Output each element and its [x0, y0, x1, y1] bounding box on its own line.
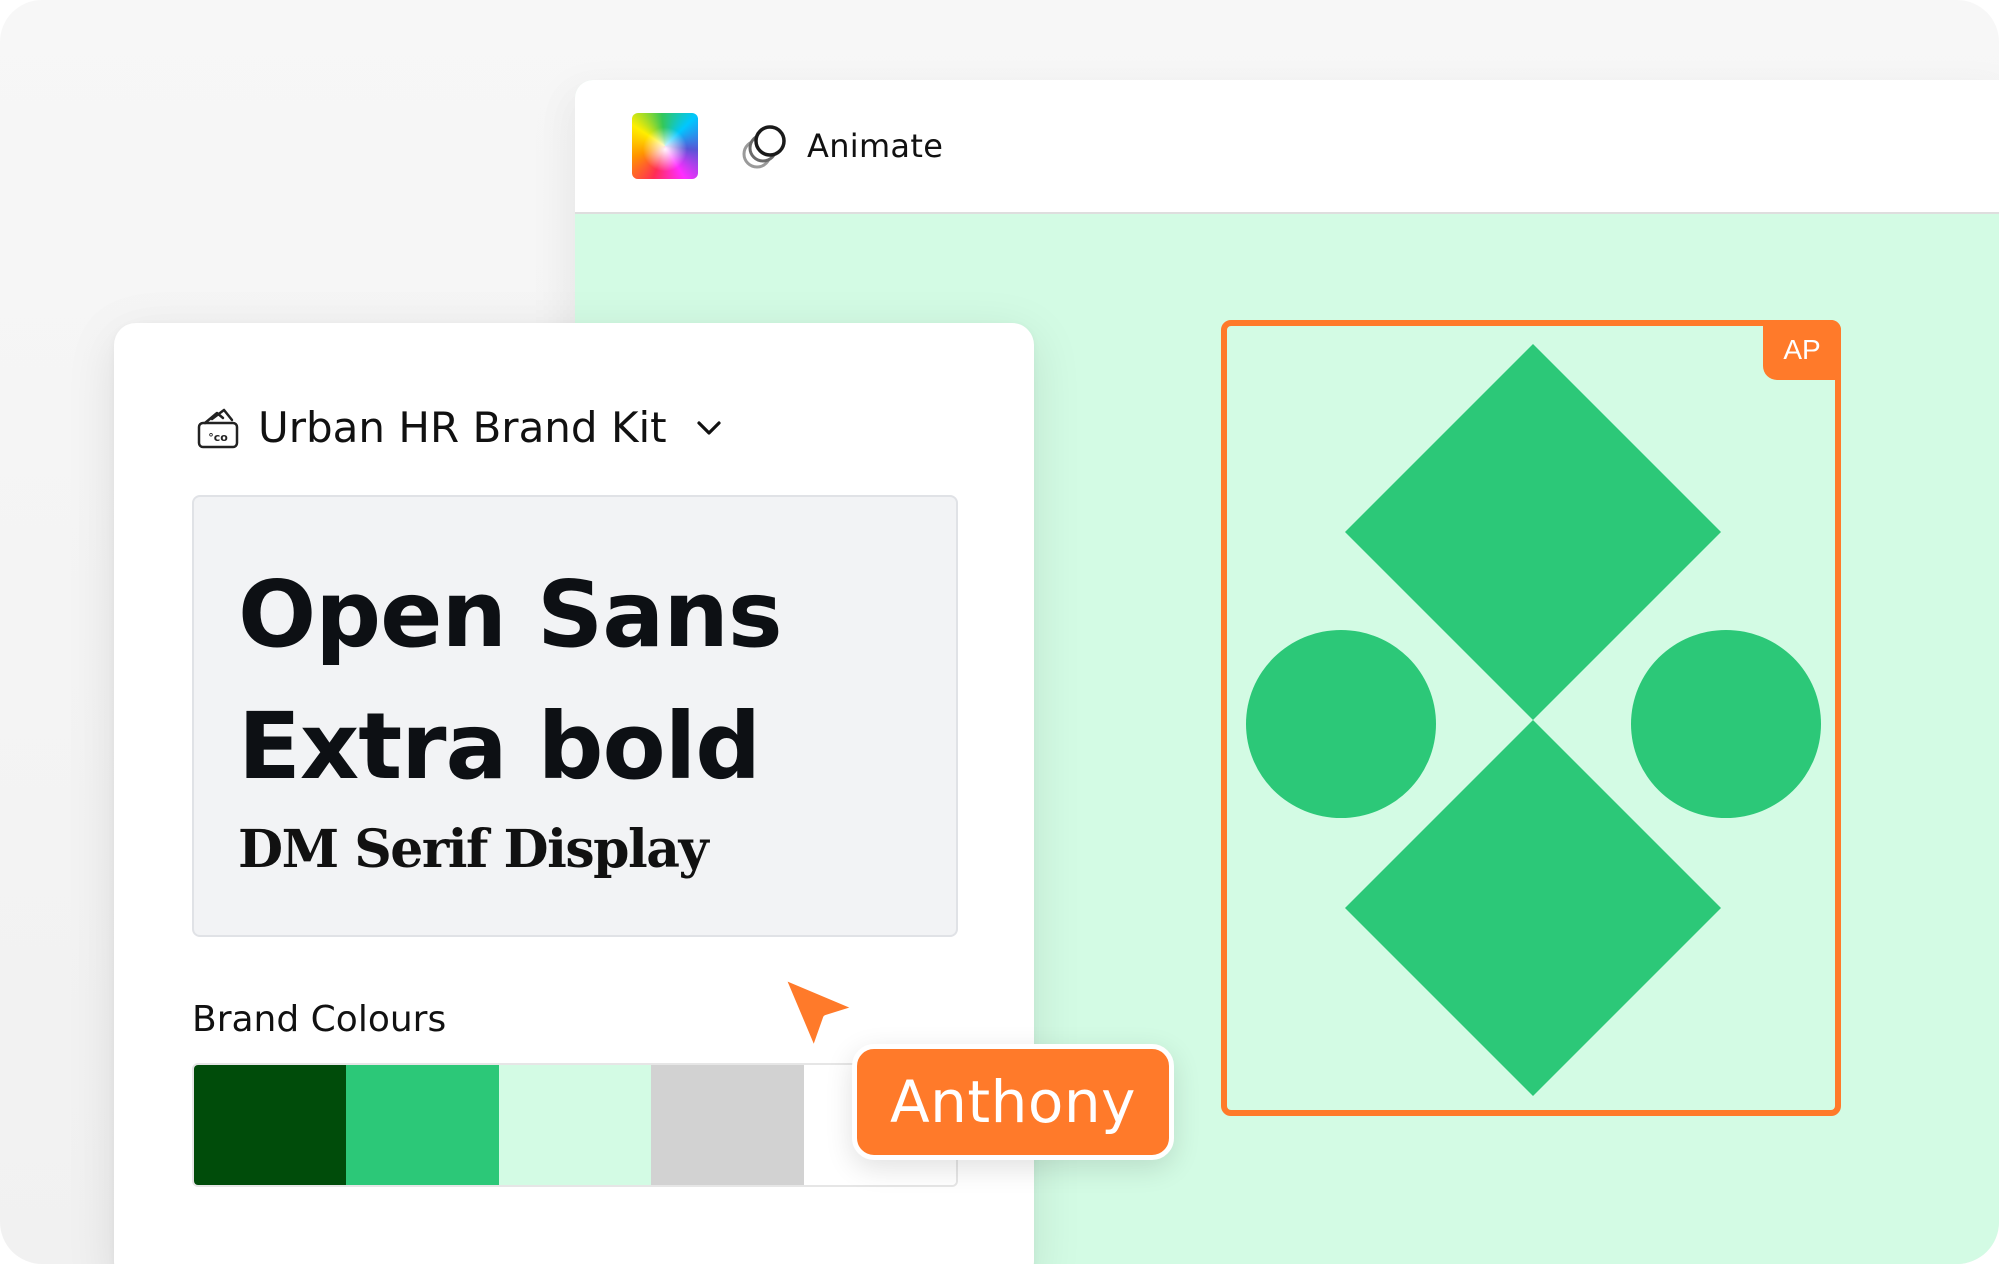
collaborator-name-tag: Anthony	[852, 1044, 1174, 1160]
pointer-cursor-icon	[779, 973, 861, 1055]
brand-kit-selector[interactable]: °co Urban HR Brand Kit	[196, 403, 727, 452]
svg-text:°co: °co	[208, 431, 228, 444]
heading-font-sample: Open Sans Extra bold	[238, 549, 938, 813]
heading-font-line-1: Open Sans	[238, 561, 783, 668]
brand-colour-swatch-3[interactable]	[498, 1065, 652, 1185]
collaborator-badge: AP	[1763, 320, 1841, 380]
selected-design-frame[interactable]: AP	[1221, 320, 1841, 1116]
heading-font-line-2: Extra bold	[238, 693, 761, 800]
design-graphic[interactable]	[1227, 326, 1835, 1110]
brand-colour-swatch-2[interactable]	[346, 1065, 499, 1185]
brand-colours-label: Brand Colours	[192, 999, 447, 1040]
brand-fonts-card[interactable]: Open Sans Extra bold DM Serif Display	[192, 495, 958, 937]
chevron-down-icon[interactable]	[691, 410, 727, 446]
collaborator-name: Anthony	[889, 1068, 1136, 1136]
brand-colour-palette	[192, 1063, 958, 1187]
brand-kit-icon: °co	[197, 408, 239, 448]
right-circle-shape	[1631, 630, 1821, 818]
serif-font-sample: DM Serif Display	[238, 819, 709, 880]
brand-colour-swatch-4[interactable]	[651, 1065, 804, 1185]
left-circle-shape	[1246, 630, 1436, 818]
brand-colour-swatch-1[interactable]	[194, 1065, 347, 1185]
animate-label: Animate	[807, 127, 944, 165]
brand-kit-title: Urban HR Brand Kit	[258, 403, 667, 452]
editor-toolbar: Animate	[575, 80, 1999, 214]
animate-button[interactable]: Animate	[739, 108, 943, 184]
animate-icon	[742, 125, 786, 169]
app-stage: Animate AP °co Urban HR Brand Kit Open S…	[0, 0, 1999, 1264]
rainbow-color-picker-icon[interactable]	[632, 113, 698, 179]
